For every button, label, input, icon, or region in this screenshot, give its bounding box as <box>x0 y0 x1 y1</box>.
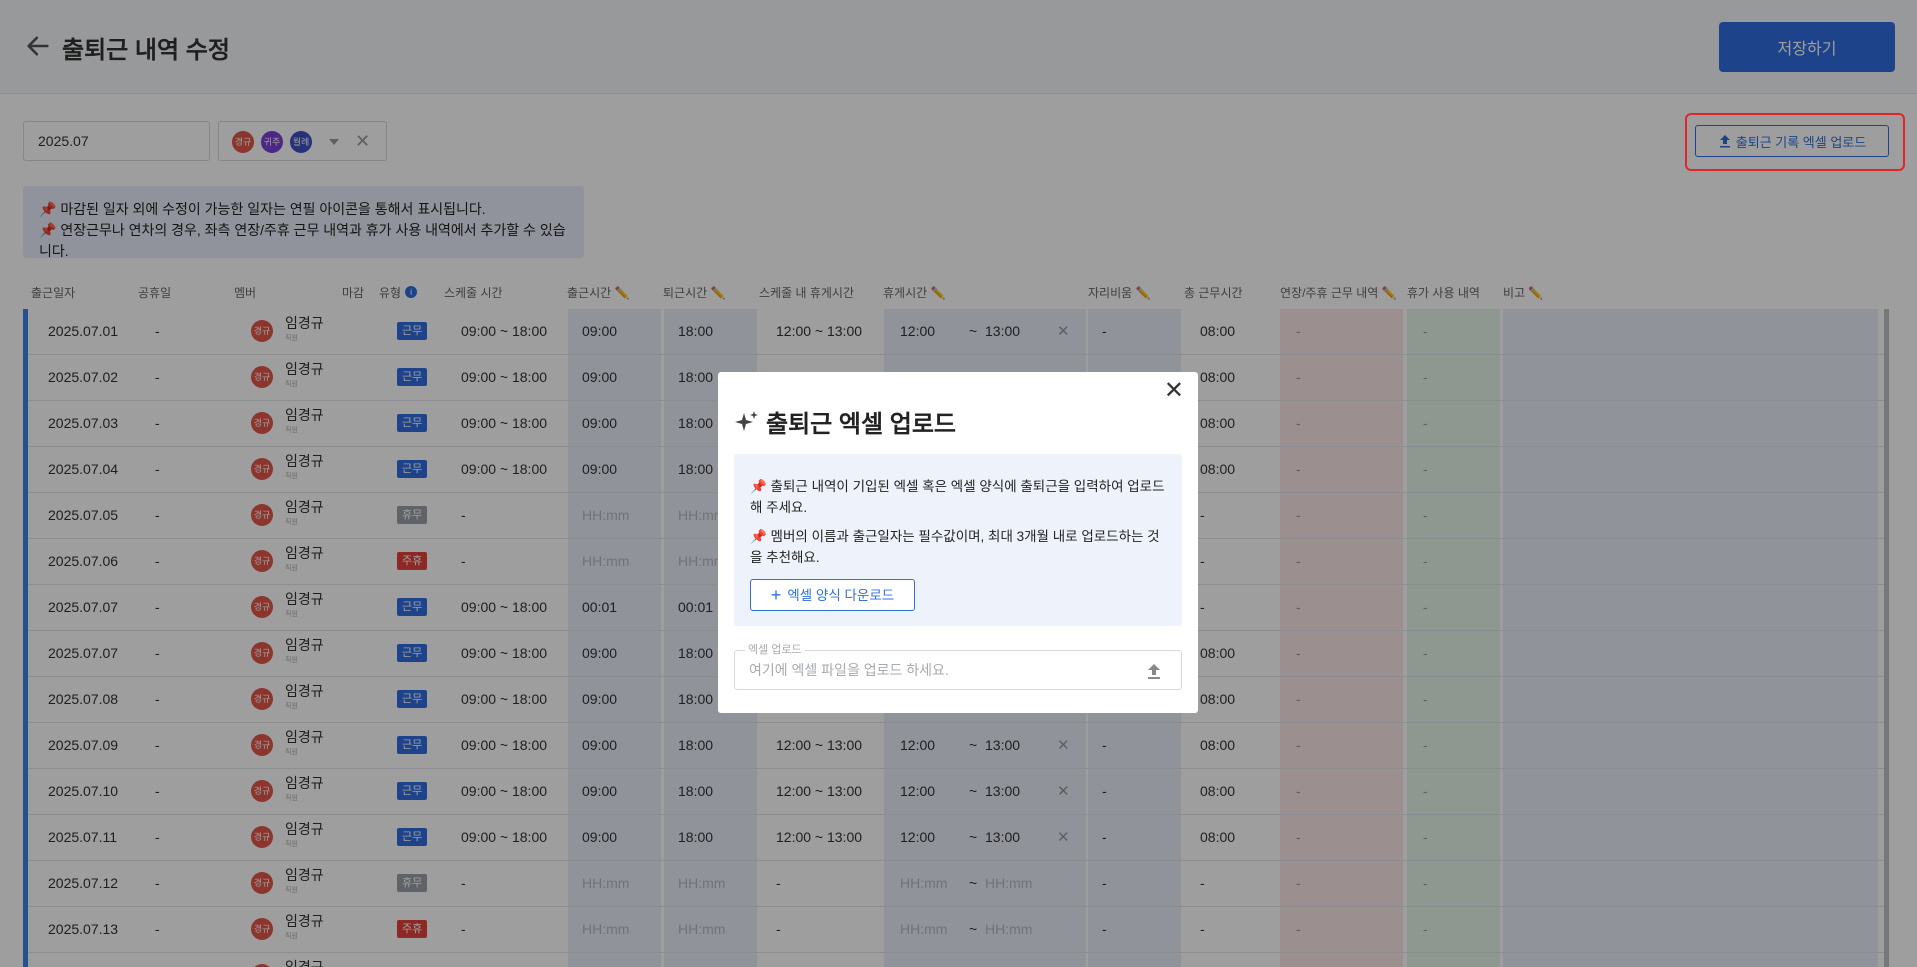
sparkle-icon <box>735 411 758 431</box>
upload-icon[interactable] <box>1145 662 1163 680</box>
modal-info-line: 📌 멤버의 이름과 출근일자는 필수값이며, 최대 3개월 내로 업로드하는 것… <box>750 529 1160 565</box>
highlight-annotation <box>1685 113 1905 171</box>
template-download-label: 엑셀 양식 다운로드 <box>787 587 895 603</box>
modal-title: 출퇴근 엑셀 업로드 <box>766 411 956 438</box>
plus-icon: + <box>770 585 782 606</box>
template-download-button[interactable]: + 엑셀 양식 다운로드 <box>750 579 915 611</box>
modal-info-box: 📌 출퇴근 내역이 기입된 엑셀 혹은 엑셀 양식에 출퇴근을 입력하여 업로드… <box>734 454 1182 626</box>
excel-file-input[interactable]: 엑셀 업로드 여기에 엑셀 파일을 업로드 하세요. <box>734 643 1182 690</box>
upload-placeholder: 여기에 엑셀 파일을 업로드 하세요. <box>749 662 949 678</box>
excel-upload-modal: ✕ 출퇴근 엑셀 업로드 📌 출퇴근 내역이 기입된 엑셀 혹은 엑셀 양식에 … <box>718 372 1198 713</box>
close-icon[interactable]: ✕ <box>1164 378 1184 404</box>
modal-info-line: 📌 출퇴근 내역이 기입된 엑셀 혹은 엑셀 양식에 출퇴근을 입력하여 업로드… <box>750 479 1165 515</box>
